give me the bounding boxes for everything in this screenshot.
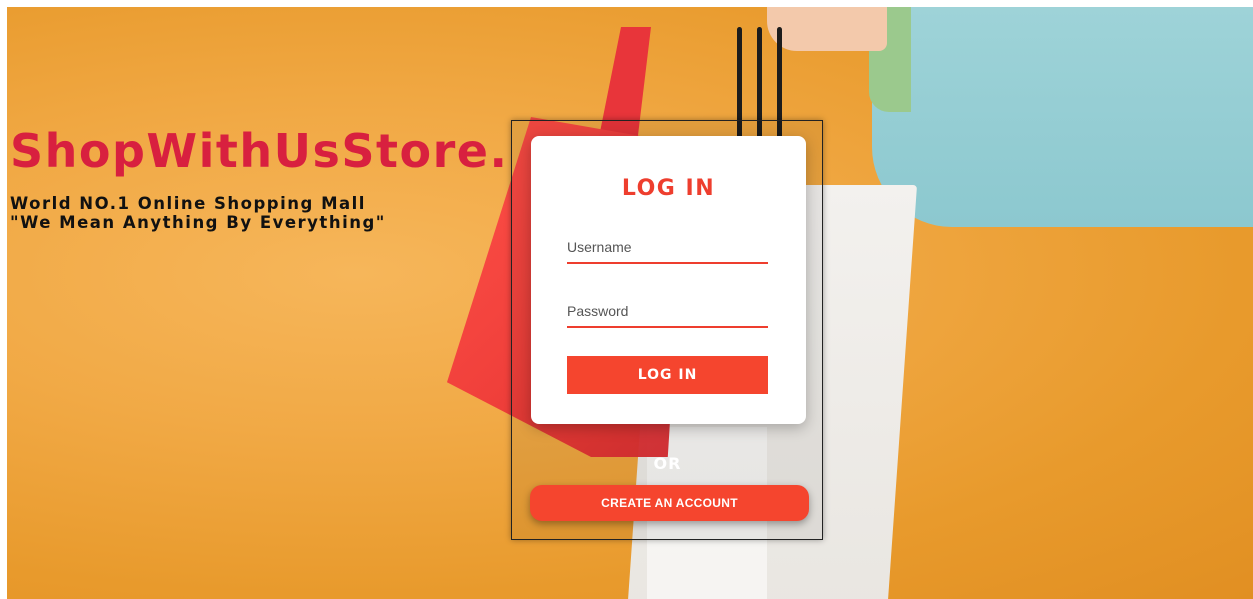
username-input[interactable] [567,232,768,264]
brand-block: ShopWithUsStore. World NO.1 Online Shopp… [10,128,508,232]
login-button[interactable]: LOG IN [567,356,768,394]
arm-image [872,7,1253,227]
brand-title: ShopWithUsStore. [10,124,509,178]
password-input[interactable] [567,296,768,328]
tagline-line-1: World NO.1 Online Shopping Mall [10,194,366,213]
login-card: LOG IN LOG IN [531,136,806,424]
tagline-line-2: "We Mean Anything By Everything" [10,213,386,232]
brand-tagline: World NO.1 Online Shopping Mall "We Mean… [10,194,508,232]
or-divider: OR [653,454,682,473]
login-title: LOG IN [621,176,716,201]
create-account-button[interactable]: CREATE AN ACCOUNT [530,485,809,521]
